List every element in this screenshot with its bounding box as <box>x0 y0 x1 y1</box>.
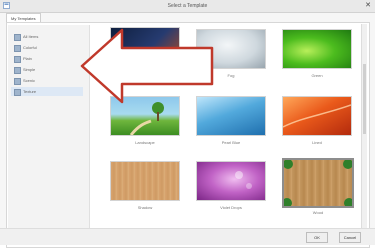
template-thumb-green[interactable] <box>282 29 352 69</box>
scrollbar-thumb[interactable] <box>363 64 366 134</box>
tab-row: My Templates <box>0 13 375 23</box>
vertical-scrollbar[interactable] <box>361 24 367 234</box>
template-label: Wood <box>312 210 324 215</box>
folder-icon <box>14 67 21 74</box>
sidebar-item-label: Colorful <box>23 45 37 50</box>
folder-icon <box>14 89 21 96</box>
ok-button[interactable]: OK <box>306 232 328 243</box>
sidebar-item-simple[interactable]: Simple <box>11 65 83 74</box>
sidebar-item-label: All Items <box>23 34 39 39</box>
sidebar-item-texture[interactable]: Texture <box>11 87 83 96</box>
sidebar-item-label: Texture <box>23 89 37 94</box>
template-thumb-lined[interactable] <box>282 96 352 136</box>
folder-icon <box>14 56 21 63</box>
template-label: Green <box>311 73 323 78</box>
template-dialog: Select a Template ✕ My Templates All Ite… <box>0 0 375 248</box>
title-bar: Select a Template ✕ <box>0 0 375 13</box>
close-icon: ✕ <box>365 2 371 9</box>
folder-icon <box>14 34 21 41</box>
close-button[interactable]: ✕ <box>363 1 373 10</box>
dialog-title: Select a Template <box>167 3 208 9</box>
template-thumb-violet-drops[interactable] <box>196 161 266 201</box>
sidebar-item-colorful[interactable]: Colorful <box>11 43 83 52</box>
drops-art <box>235 171 252 189</box>
template-label: Violet Drops <box>220 205 242 210</box>
dialog-footer: OK Cancel <box>0 228 375 245</box>
sidebar-item-all[interactable]: All Items <box>11 32 83 41</box>
template-label: Shadow <box>137 205 153 210</box>
cancel-button[interactable]: Cancel <box>339 232 361 243</box>
template-thumb-shadow[interactable] <box>110 161 180 201</box>
sidebar-item-scenic[interactable]: Scenic <box>11 76 83 85</box>
sidebar-item-label: Simple <box>23 67 36 72</box>
template-label: Landscape <box>135 140 155 145</box>
template-label: Pearl Blue <box>221 140 241 145</box>
left-arrow-icon <box>80 28 214 104</box>
sidebar-item-label: Scenic <box>23 78 36 83</box>
sidebar-item-label: Plain <box>23 56 32 61</box>
lined-art <box>283 104 351 128</box>
folder-icon <box>14 45 21 52</box>
template-thumb-wood[interactable] <box>282 158 354 208</box>
folder-icon <box>14 78 21 85</box>
category-sidebar: All Items Colorful Plain Simple Scenic T… <box>8 25 90 240</box>
template-label: Lined <box>312 140 322 145</box>
wood-art <box>284 160 352 206</box>
sidebar-item-plain[interactable]: Plain <box>11 54 83 63</box>
